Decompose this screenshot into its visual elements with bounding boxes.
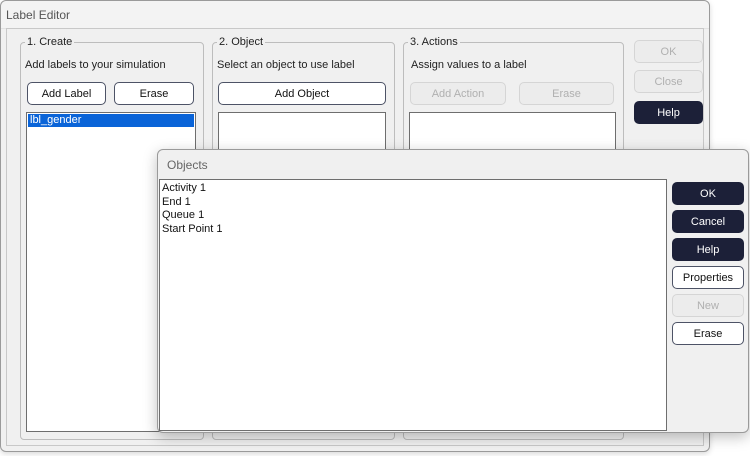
add-action-button[interactable]: Add Action (410, 82, 506, 105)
object-legend: 2. Object (217, 36, 266, 48)
object-hint: Select an object to use label (217, 59, 355, 71)
add-label-button[interactable]: Add Label (27, 82, 106, 105)
actions-legend: 3. Actions (408, 36, 460, 48)
actions-hint: Assign values to a label (411, 59, 527, 71)
properties-button[interactable]: Properties (672, 266, 744, 289)
dialog-ok-button[interactable]: OK (672, 182, 744, 205)
list-item[interactable]: Activity 1 (162, 182, 664, 196)
new-button[interactable]: New (672, 294, 744, 317)
ok-button[interactable]: OK (634, 40, 703, 63)
list-item[interactable]: lbl_gender (28, 114, 194, 127)
title-bar[interactable]: Label Editor (1, 1, 709, 29)
dialog-erase-button[interactable]: Erase (672, 322, 744, 345)
dialog-help-button[interactable]: Help (672, 238, 744, 261)
objects-dialog-title: Objects (167, 158, 208, 172)
objects-dialog-list[interactable]: Activity 1 End 1 Queue 1 Start Point 1 (159, 179, 667, 431)
add-object-button[interactable]: Add Object (218, 82, 386, 105)
dialog-cancel-button[interactable]: Cancel (672, 210, 744, 233)
list-item[interactable]: Start Point 1 (162, 223, 664, 237)
create-hint: Add labels to your simulation (25, 59, 166, 71)
window-title: Label Editor (6, 8, 71, 22)
list-item[interactable]: Queue 1 (162, 209, 664, 223)
erase-action-button[interactable]: Erase (519, 82, 614, 105)
erase-label-button[interactable]: Erase (114, 82, 194, 105)
close-button[interactable]: Close (634, 70, 703, 93)
list-item[interactable]: End 1 (162, 196, 664, 210)
create-legend: 1. Create (25, 36, 75, 48)
objects-dialog: Objects Activity 1 End 1 Queue 1 Start P… (157, 149, 749, 433)
help-button[interactable]: Help (634, 101, 703, 124)
